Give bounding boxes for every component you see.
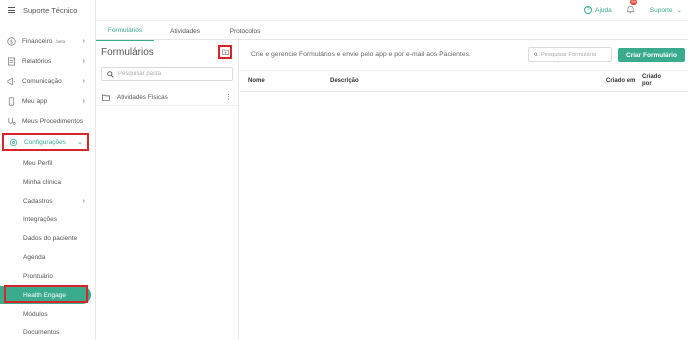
tab-formularios[interactable]: Formulários — [96, 21, 154, 41]
form-search-box — [528, 47, 612, 62]
tab-protocolos[interactable]: Protocolos — [220, 21, 270, 41]
sidebar-subitem-cadastros[interactable]: Cadastros › — [0, 192, 95, 210]
form-search-input[interactable] — [541, 51, 611, 58]
chevron-down-icon: ⌄ — [77, 139, 83, 146]
sidebar-subitem-modulos[interactable]: Módulos — [0, 305, 95, 323]
sidebar-subitem-agenda[interactable]: Agenda — [0, 248, 95, 266]
sidebar-subitem-meu-perfil[interactable]: Meu Perfil — [0, 154, 95, 172]
notification-count-badge: 99 — [629, 0, 638, 5]
sidebar-item-comunicacao[interactable]: Comunicação › — [0, 72, 95, 90]
folder-icon — [102, 94, 110, 101]
bell-icon — [626, 5, 634, 14]
megaphone-icon — [6, 76, 16, 86]
gear-icon — [8, 137, 18, 147]
panel-title: Formulários — [101, 47, 154, 58]
column-header-created-by[interactable]: Criado por — [642, 74, 661, 88]
sidebar-item-label: Meu app — [22, 97, 48, 105]
hamburger-menu-icon[interactable] — [8, 7, 15, 13]
sidebar-item-label: Meus Procedimentos — [22, 117, 84, 125]
svg-text:$: $ — [9, 39, 12, 45]
phone-icon — [6, 96, 16, 106]
table-header: Nome Descrição Criado em Criado por — [240, 70, 688, 92]
forms-content: Crie e gerencie Formulários e envie pelo… — [240, 41, 688, 340]
help-label: Ajuda — [595, 6, 612, 14]
dollar-circle-icon: $ — [6, 36, 16, 46]
sidebar-item-label: Comunicação — [22, 77, 62, 85]
folder-item-label: Atividades Físicas — [117, 94, 168, 101]
folders-panel: Formulários Atividades Físicas ⋮ — [96, 41, 239, 340]
sidebar-subitem-minha-clinica[interactable]: Minha clínica — [0, 173, 95, 191]
report-icon — [6, 56, 16, 66]
sidebar-subitem-label: Cadastros — [23, 197, 53, 205]
column-header-name[interactable]: Nome — [248, 78, 265, 84]
sidebar-item-relatorios[interactable]: Relatórios › — [0, 52, 95, 70]
sidebar-subitem-label: Integrações — [23, 215, 57, 223]
help-icon: ? — [584, 6, 593, 14]
tab-bar: Formulários Atividades Protocolos — [96, 20, 688, 41]
chevron-down-icon: ⌄ — [676, 7, 682, 14]
selection-highlight — [4, 285, 88, 303]
sidebar-header: Suporte Técnico — [0, 0, 95, 20]
sidebar-item-label: Financeiro — [22, 37, 53, 45]
folder-search-input[interactable] — [118, 71, 218, 77]
sidebar-item-label: Configurações — [24, 138, 66, 146]
folder-search-box — [101, 67, 233, 81]
top-bar: ? Ajuda 99 Suporte ⌄ — [96, 0, 688, 20]
sidebar-subitem-label: Dados do paciente — [23, 234, 78, 242]
chevron-right-icon: › — [82, 97, 85, 105]
user-label: Suporte — [649, 6, 673, 14]
search-icon — [534, 52, 538, 57]
sidebar-item-configuracoes[interactable]: Configurações ⌄ — [2, 133, 89, 151]
sidebar: Suporte Técnico $ Financeiro beta › Rela… — [0, 0, 96, 340]
sidebar-subitem-health-engage[interactable]: Health Engage — [0, 285, 91, 304]
sidebar-subitem-label: Documentos — [23, 328, 60, 336]
chevron-right-icon: › — [82, 37, 85, 45]
sidebar-subitem-label: Minha clínica — [23, 178, 61, 186]
sidebar-subitem-label: Prontuário — [23, 272, 53, 280]
help-link[interactable]: ? Ajuda — [584, 6, 612, 14]
sidebar-item-financeiro[interactable]: $ Financeiro beta › — [0, 32, 95, 50]
column-header-description[interactable]: Descrição — [330, 78, 359, 84]
search-icon — [107, 70, 114, 78]
tab-atividades[interactable]: Atividades — [162, 21, 208, 41]
page-description: Crie e gerencie Formulários e envie pelo… — [251, 51, 471, 58]
sidebar-subitem-dados-do-paciente[interactable]: Dados do paciente — [0, 229, 95, 247]
folder-item[interactable]: Atividades Físicas ⋮ — [96, 90, 238, 106]
sidebar-subitem-label: Módulos — [23, 310, 48, 318]
sidebar-subitem-label: Agenda — [23, 253, 46, 261]
new-folder-button[interactable] — [218, 45, 232, 59]
column-header-created-at[interactable]: Criado em — [606, 78, 635, 84]
sidebar-subitem-integracoes[interactable]: Integrações — [0, 210, 95, 228]
sidebar-item-label: Relatórios — [22, 57, 52, 65]
chevron-right-icon: › — [82, 57, 85, 65]
app-title: Suporte Técnico — [23, 5, 78, 15]
create-form-button[interactable]: Criar Formulário — [618, 48, 685, 62]
notification-bell[interactable]: 99 — [626, 0, 638, 15]
sidebar-item-meus-procedimentos[interactable]: Meus Procedimentos — [0, 112, 95, 130]
sidebar-subitem-label: Meu Perfil — [23, 159, 53, 167]
folder-plus-icon — [221, 49, 229, 55]
chevron-right-icon: › — [82, 197, 85, 205]
user-menu[interactable]: Suporte ⌄ — [649, 6, 682, 15]
sidebar-item-meu-app[interactable]: Meu app › — [0, 92, 95, 110]
chevron-right-icon: › — [82, 77, 85, 85]
procedures-icon — [6, 116, 16, 126]
beta-badge: beta — [56, 38, 66, 44]
kebab-menu-icon[interactable]: ⋮ — [225, 94, 232, 101]
sidebar-subitem-prontuario[interactable]: Prontuário — [0, 267, 95, 285]
sidebar-subitem-documentos[interactable]: Documentos — [0, 323, 95, 340]
